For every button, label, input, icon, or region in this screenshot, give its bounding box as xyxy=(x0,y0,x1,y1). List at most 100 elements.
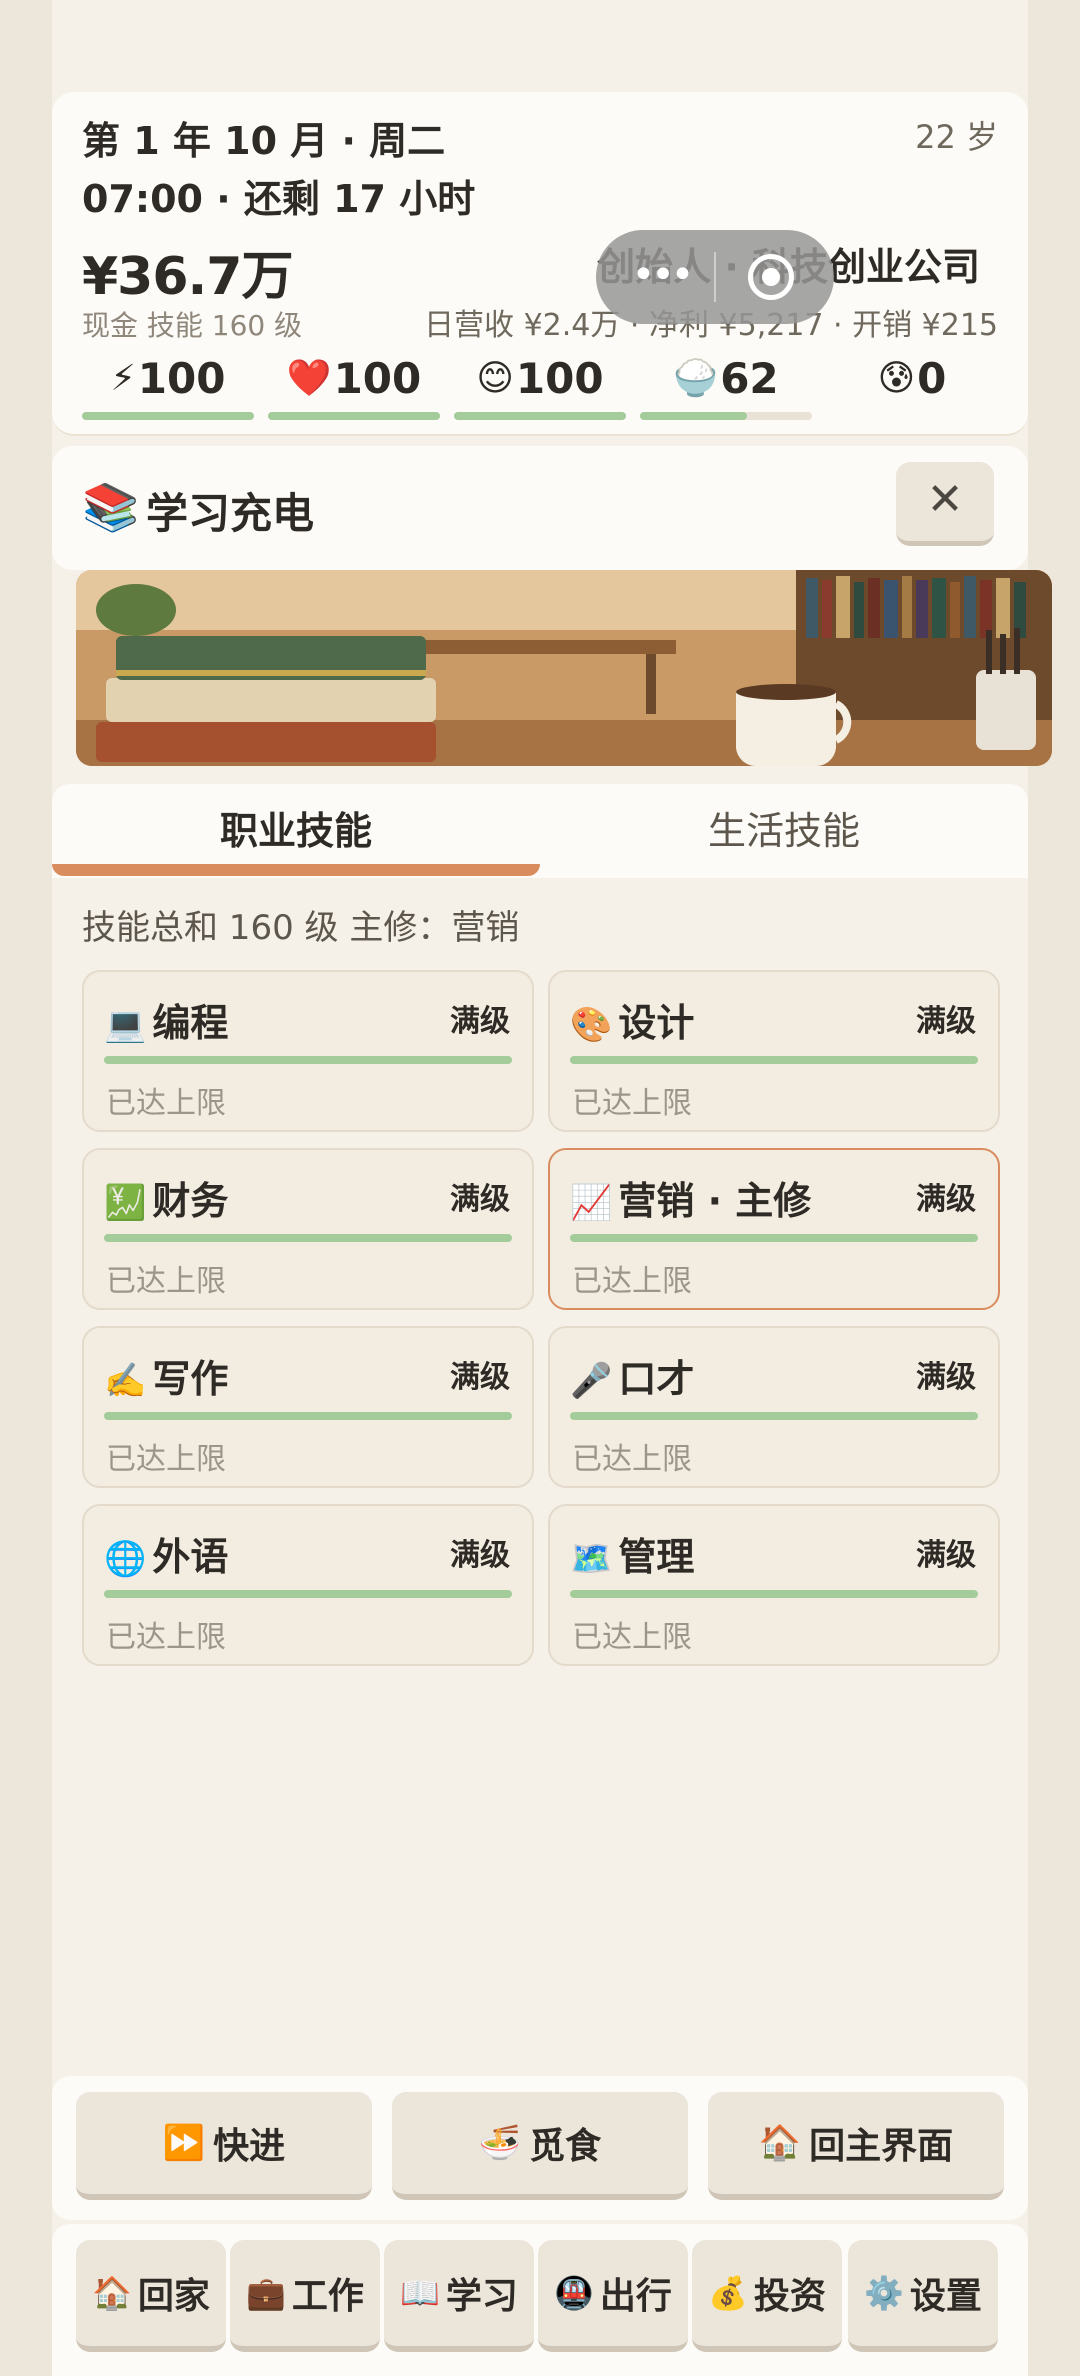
skill-card-management[interactable]: 🗺️ 管理 满级 已达上限 xyxy=(548,1504,1000,1666)
gear-icon: ⚙️ xyxy=(864,2274,904,2312)
globe-icon: 🌐 xyxy=(104,1539,147,1579)
skill-note: 已达上限 xyxy=(572,1620,692,1655)
button-label: 回主界面 xyxy=(809,2126,954,2167)
age-label: 22 岁 xyxy=(915,118,998,156)
game-time: 07:00 · 还剩 17 小时 xyxy=(82,177,476,221)
button-label: 觅食 xyxy=(529,2126,602,2167)
stat-mood: 😊 100 xyxy=(454,350,626,420)
stat-bar-fill xyxy=(454,412,626,420)
skill-card-programming[interactable]: 💻 编程 满级 已达上限 xyxy=(82,970,534,1132)
stat-bar xyxy=(82,412,254,420)
status-panel: 第 1 年 10 月 · 周二 07:00 · 还剩 17 小时 ¥36.7万 … xyxy=(52,92,1028,436)
skill-card-finance[interactable]: 💹 财务 满级 已达上限 xyxy=(82,1148,534,1310)
skill-name: 财务 xyxy=(152,1179,229,1223)
skill-name: 管理 xyxy=(618,1535,695,1579)
skill-card-languages[interactable]: 🌐 外语 满级 已达上限 xyxy=(82,1504,534,1666)
health-icon: ❤️ xyxy=(286,358,332,399)
nav-label: 学习 xyxy=(445,2276,518,2317)
skill-note: 已达上限 xyxy=(106,1442,226,1477)
nav-label: 设置 xyxy=(909,2276,982,2317)
stats-row: ⚡ 100 ❤️ 100 😊 100 🍚 62 😰 0 xyxy=(82,350,998,420)
find-food-button[interactable]: 🍜 觅食 xyxy=(392,2092,688,2200)
open-book-icon: 📖 xyxy=(400,2274,440,2312)
stat-value: 100 xyxy=(333,353,422,403)
skill-level: 满级 xyxy=(916,1004,976,1039)
money-bag-icon: 💰 xyxy=(708,2274,748,2312)
nav-invest-button[interactable]: 💰 投资 xyxy=(692,2240,842,2352)
laptop-icon: 💻 xyxy=(104,1005,147,1045)
stat-value: 62 xyxy=(720,353,779,403)
nav-travel-button[interactable]: 🚇 出行 xyxy=(538,2240,688,2352)
skill-note: 已达上限 xyxy=(106,1264,226,1299)
stat-energy: ⚡ 100 xyxy=(82,350,254,420)
tab-life-skills[interactable]: 生活技能 xyxy=(540,784,1028,878)
skill-level: 满级 xyxy=(916,1538,976,1573)
skill-progress-bar xyxy=(570,1412,978,1420)
microphone-icon: 🎤 xyxy=(570,1361,613,1401)
books-icon: 📚 xyxy=(82,480,140,534)
stat-bar xyxy=(640,412,812,420)
close-button[interactable]: ✕ xyxy=(896,462,994,546)
nav-label: 工作 xyxy=(291,2276,364,2317)
skill-card-design[interactable]: 🎨 设计 满级 已达上限 xyxy=(548,970,1000,1132)
main-menu-button[interactable]: 🏠 回主界面 xyxy=(708,2092,1004,2200)
fast-forward-icon: ⏩ xyxy=(162,2123,206,2163)
skill-name: 设计 xyxy=(618,1001,695,1045)
active-tab-indicator xyxy=(52,864,540,876)
nav-label: 出行 xyxy=(599,2276,672,2317)
stat-bar-fill xyxy=(82,412,254,420)
nav-home-button[interactable]: 🏠 回家 xyxy=(76,2240,226,2352)
stat-value: 100 xyxy=(137,353,226,403)
section-header: 📚 学习充电 ✕ xyxy=(52,446,1028,570)
nav-study-button[interactable]: 📖 学习 xyxy=(384,2240,534,2352)
nav-label: 回家 xyxy=(137,2276,210,2317)
writing-hand-icon: ✍️ xyxy=(104,1361,147,1401)
fast-forward-button[interactable]: ⏩ 快进 xyxy=(76,2092,372,2200)
chart-yen-icon: 💹 xyxy=(104,1183,147,1223)
skill-progress-bar xyxy=(570,1056,978,1064)
stat-food: 🍚 62 xyxy=(640,350,812,420)
button-label: 快进 xyxy=(213,2126,286,2167)
mood-icon: 😊 xyxy=(476,357,514,399)
map-icon: 🗺️ xyxy=(570,1539,613,1579)
nav-work-button[interactable]: 💼 工作 xyxy=(230,2240,380,2352)
skill-progress-bar xyxy=(570,1590,978,1598)
skill-progress-bar xyxy=(104,1412,512,1420)
skill-level: 满级 xyxy=(450,1182,510,1217)
briefcase-icon: 💼 xyxy=(246,2274,286,2312)
cash-subtitle: 现金 技能 160 级 xyxy=(82,309,303,342)
action-bar: ⏩ 快进 🍜 觅食 🏠 回主界面 xyxy=(52,2076,1028,2220)
library-illustration xyxy=(76,570,1052,766)
skill-card-marketing[interactable]: 📈 营销 · 主修 满级 已达上限 xyxy=(548,1148,1000,1310)
nav-settings-button[interactable]: ⚙️ 设置 xyxy=(848,2240,998,2352)
skill-name: 外语 xyxy=(152,1535,229,1579)
cash-amount: ¥36.7万 xyxy=(82,247,293,307)
skill-progress-bar xyxy=(104,1590,512,1598)
stat-value: 0 xyxy=(917,353,947,403)
food-icon: 🍚 xyxy=(673,358,719,399)
stat-health: ❤️ 100 xyxy=(268,350,440,420)
skill-note: 已达上限 xyxy=(572,1442,692,1477)
stat-bar xyxy=(454,412,626,420)
chart-up-icon: 📈 xyxy=(570,1183,613,1223)
bottom-nav: 🏠 回家 💼 工作 📖 学习 🚇 出行 💰 投资 ⚙️ 设置 xyxy=(52,2224,1028,2376)
skill-name: 口才 xyxy=(618,1357,695,1401)
nav-label: 投资 xyxy=(753,2276,826,2317)
section-title: 学习充电 xyxy=(146,489,315,538)
skill-level: 满级 xyxy=(450,1538,510,1573)
more-menu-icon[interactable]: ••• xyxy=(626,255,696,298)
stat-bar xyxy=(268,412,440,420)
metro-icon: 🚇 xyxy=(554,2274,594,2312)
skill-summary: 技能总和 160 级 主修：营销 xyxy=(82,908,520,948)
skill-progress-bar xyxy=(104,1234,512,1242)
skill-card-writing[interactable]: ✍️ 写作 满级 已达上限 xyxy=(82,1326,534,1488)
home-icon: 🏠 xyxy=(758,2123,802,2163)
app-screen: 第 1 年 10 月 · 周二 07:00 · 还剩 17 小时 ¥36.7万 … xyxy=(52,0,1052,2376)
skill-card-speaking[interactable]: 🎤 口才 满级 已达上限 xyxy=(548,1326,1000,1488)
skill-name: 写作 xyxy=(152,1357,229,1401)
stat-stress: 😰 0 xyxy=(826,350,998,420)
skill-progress-bar xyxy=(570,1234,978,1242)
skill-level: 满级 xyxy=(916,1360,976,1395)
stat-value: 100 xyxy=(515,353,604,403)
close-miniprogram-icon[interactable] xyxy=(748,254,794,300)
